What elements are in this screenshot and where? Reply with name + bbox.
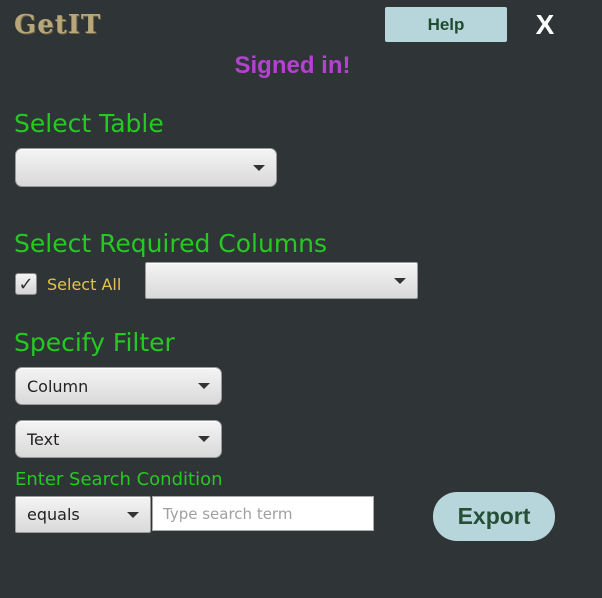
close-button[interactable]: X <box>530 8 560 42</box>
sign-in-status: Signed in! <box>234 52 351 79</box>
columns-select[interactable] <box>145 262 418 299</box>
export-button[interactable]: Export <box>433 492 555 541</box>
chevron-down-icon <box>394 277 406 284</box>
select-all-label: Select All <box>47 275 122 294</box>
select-table-heading: Select Table <box>14 109 164 138</box>
help-button[interactable]: Help <box>385 7 507 42</box>
checkmark-icon: ✓ <box>18 273 34 295</box>
operator-select[interactable]: equals <box>15 496 151 533</box>
chevron-down-icon <box>198 436 210 442</box>
operator-value: equals <box>27 505 80 524</box>
filter-type-value: Text <box>27 429 60 449</box>
chevron-down-icon <box>198 383 210 389</box>
filter-column-value: Column <box>27 376 89 396</box>
table-select[interactable] <box>15 148 277 187</box>
filter-type-select[interactable]: Text <box>15 420 222 458</box>
specify-filter-heading: Specify Filter <box>14 328 175 357</box>
search-input[interactable] <box>152 496 374 531</box>
app-logo: GetIT <box>14 10 102 40</box>
search-condition-label: Enter Search Condition <box>15 469 223 490</box>
chevron-down-icon <box>127 511 139 518</box>
select-columns-heading: Select Required Columns <box>14 229 328 258</box>
select-all-checkbox[interactable]: ✓ <box>15 273 37 295</box>
filter-column-select[interactable]: Column <box>15 367 222 405</box>
chevron-down-icon <box>253 164 265 171</box>
